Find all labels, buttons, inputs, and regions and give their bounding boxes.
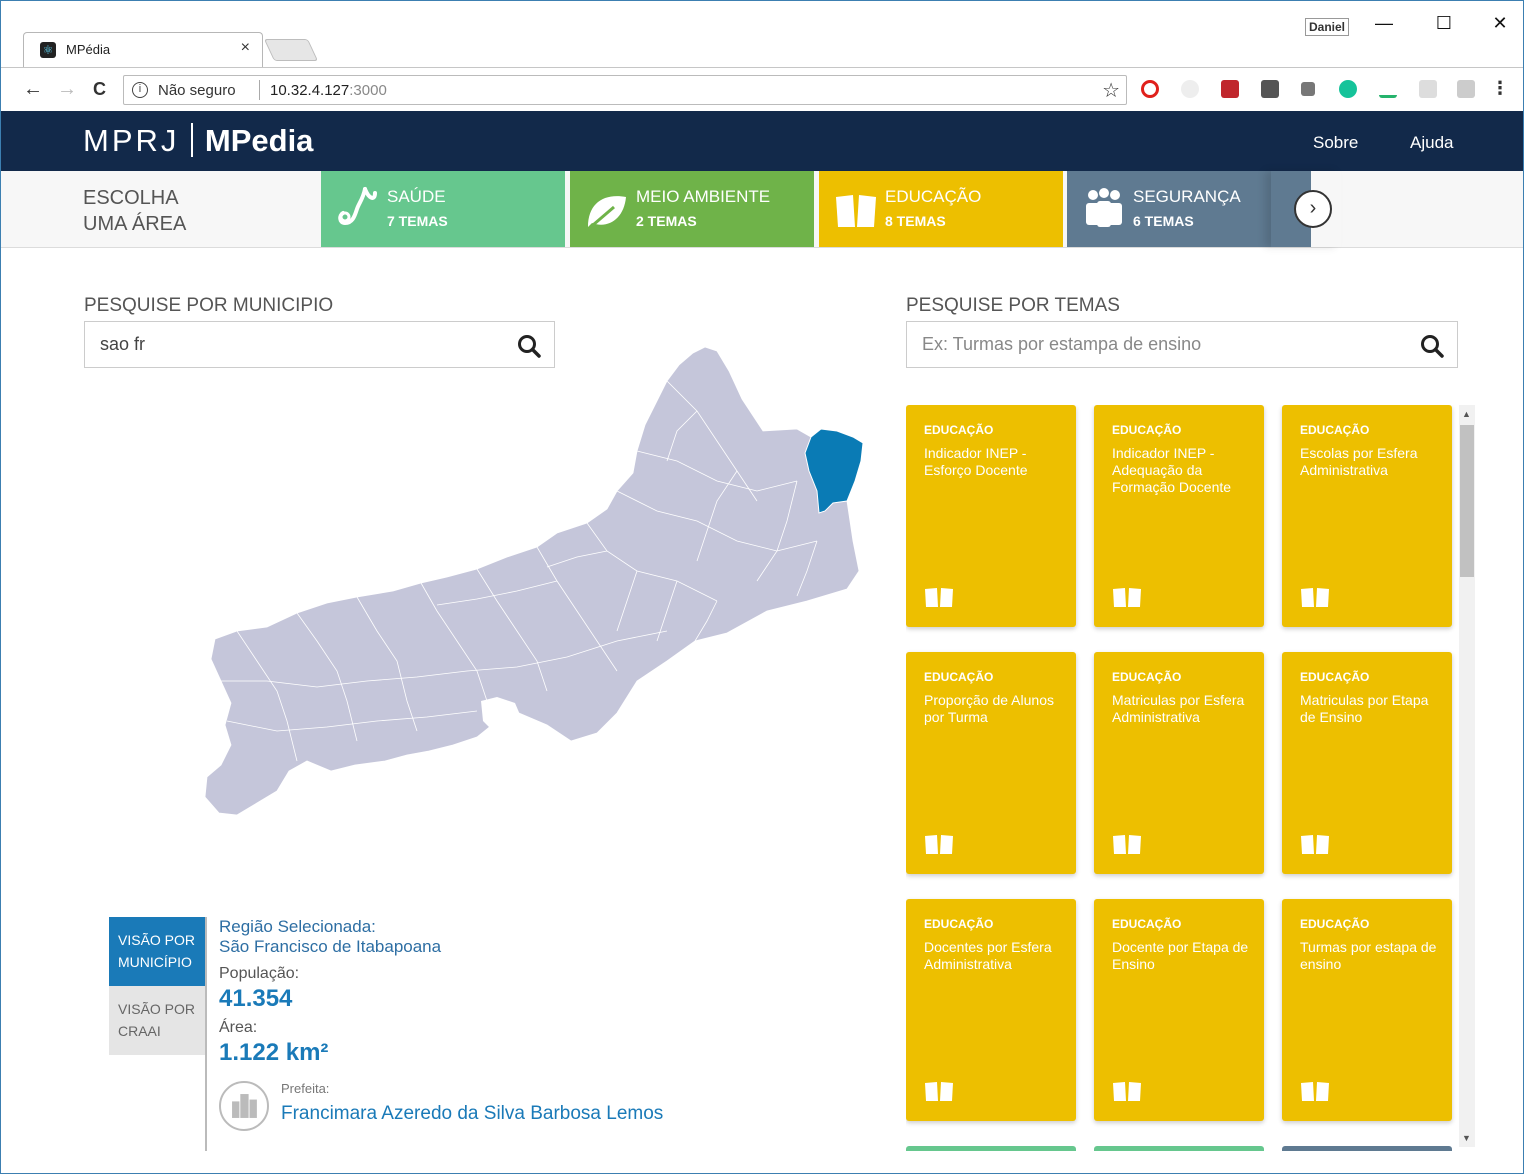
book-icon	[1113, 588, 1141, 607]
area-meio-ambiente[interactable]: MEIO AMBIENTE 2 TEMAS	[570, 171, 814, 247]
area-label: Área:	[219, 1019, 258, 1036]
people-icon	[1086, 188, 1122, 227]
back-icon[interactable]: ←	[23, 78, 43, 101]
theme-card[interactable]: EDUCAÇÃO Docente por Etapa de Ensino	[1094, 899, 1264, 1121]
reload-icon[interactable]: C	[93, 79, 106, 100]
nav-ajuda[interactable]: Ajuda	[1410, 133, 1453, 153]
close-icon[interactable]: ✕	[1485, 13, 1515, 34]
maximize-icon[interactable]: ☐	[1429, 13, 1459, 34]
browser-window: ⚛ MPédia × Daniel — ☐ ✕ ← → C i Não segu…	[0, 0, 1524, 1174]
cards-scrollbar[interactable]: ▲ ▼	[1459, 405, 1475, 1147]
municipio-search-label: PESQUISE POR MUNICIPIO	[84, 295, 334, 316]
extension-icon[interactable]	[1379, 80, 1397, 98]
temas-search-input[interactable]: Ex: Turmas por estampa de ensino	[906, 321, 1458, 368]
theme-card[interactable]: EDUCAÇÃO Matriculas por Esfera Administr…	[1094, 652, 1264, 874]
theme-card[interactable]: EDUCAÇÃO Proporção de Alunos por Turma	[906, 652, 1076, 874]
search-icon[interactable]	[1419, 333, 1445, 359]
tab-visao-municipio[interactable]: VISÃO POR MUNICÍPIO	[109, 917, 205, 986]
scrollbar-thumb[interactable]	[1460, 425, 1474, 577]
next-areas-button[interactable]: ›	[1294, 190, 1332, 228]
region-label: Região Selecionada:	[219, 917, 376, 936]
tab-close-icon[interactable]: ×	[241, 39, 250, 57]
book-icon	[925, 1082, 953, 1101]
minimize-icon[interactable]: —	[1369, 13, 1399, 34]
theme-card[interactable]: EDUCAÇÃO Docentes por Esfera Administrat…	[906, 899, 1076, 1121]
area-educacao[interactable]: EDUCAÇÃO 8 TEMAS	[819, 171, 1063, 247]
map-state-shape[interactable]	[204, 346, 860, 816]
url-separator	[259, 80, 260, 100]
extension-icon[interactable]	[1181, 80, 1199, 98]
theme-card[interactable]: EDUCAÇÃO Turmas por estapa de ensino	[1282, 899, 1452, 1121]
leaf-icon	[585, 196, 626, 233]
info-icon[interactable]: i	[132, 82, 148, 98]
security-label: Não seguro	[158, 82, 236, 99]
view-tabs: VISÃO POR MUNICÍPIO VISÃO POR CRAAI	[109, 917, 205, 1055]
nav-sobre[interactable]: Sobre	[1313, 133, 1358, 153]
area-saude[interactable]: SAÚDE 7 TEMAS	[321, 171, 565, 247]
scroll-down-icon[interactable]: ▼	[1462, 1133, 1471, 1143]
react-icon: ⚛	[40, 42, 56, 58]
theme-card-partial[interactable]	[906, 1146, 1076, 1151]
extension-icon[interactable]	[1221, 80, 1239, 98]
book-icon	[1301, 588, 1329, 607]
mayor-info: Prefeita: Francimara Azeredo da Silva Ba…	[219, 1079, 859, 1131]
book-icon	[1113, 835, 1141, 854]
state-map[interactable]	[197, 341, 867, 821]
mayor-name: Francimara Azeredo da Silva Barbosa Lemo…	[281, 1103, 664, 1124]
tab-title: MPédia	[66, 42, 111, 57]
region-name: São Francisco de Itabapoana	[219, 937, 442, 956]
book-icon	[925, 835, 953, 854]
book-icon	[1113, 1082, 1141, 1101]
temas-search-label: PESQUISE POR TEMAS	[906, 295, 1120, 316]
opera-extension-icon[interactable]	[1141, 80, 1159, 98]
extension-icon[interactable]	[1301, 82, 1315, 96]
theme-card[interactable]: EDUCAÇÃO Matriculas por Etapa de Ensino	[1282, 652, 1452, 874]
url-text: 10.32.4.127:3000	[270, 82, 387, 99]
title-bar: ⚛ MPédia × Daniel — ☐ ✕	[1, 1, 1523, 67]
extension-icon[interactable]	[1419, 80, 1437, 98]
scroll-up-icon[interactable]: ▲	[1462, 409, 1471, 419]
tab-visao-craai[interactable]: VISÃO POR CRAAI	[109, 986, 205, 1055]
theme-card-partial[interactable]	[1282, 1146, 1452, 1151]
theme-card[interactable]: EDUCAÇÃO Indicador INEP - Adequação da F…	[1094, 405, 1264, 627]
mayor-label: Prefeita:	[281, 1081, 330, 1096]
profile-name[interactable]: Daniel	[1305, 18, 1350, 36]
area-value: 1.122 km²	[219, 1039, 329, 1066]
theme-card-partial[interactable]	[1094, 1146, 1264, 1151]
book-icon	[1301, 1082, 1329, 1101]
menu-icon[interactable]: ⋮	[1491, 78, 1509, 99]
app-header: MPRJ MPedia Sobre Ajuda	[1, 111, 1523, 171]
book-icon	[1301, 835, 1329, 854]
new-tab-button[interactable]	[263, 39, 319, 61]
extension-icon[interactable]	[1261, 80, 1279, 98]
city-hall-icon	[219, 1081, 269, 1131]
population-label: População:	[219, 965, 300, 982]
theme-cards: EDUCAÇÃO Indicador INEP - Esforço Docent…	[906, 405, 1462, 1151]
areas-label: ESCOLHA UMA ÁREA	[83, 187, 187, 235]
area-selector: ESCOLHA UMA ÁREA SAÚDE 7 TEMAS MEIO AMBI…	[1, 171, 1523, 248]
url-input[interactable]: i Não seguro 10.32.4.127:3000 ☆	[123, 75, 1127, 105]
stethoscope-icon	[338, 187, 377, 226]
logo[interactable]: MPRJ MPedia	[83, 123, 313, 159]
book-icon	[925, 588, 953, 607]
bookmark-star-icon[interactable]: ☆	[1102, 78, 1120, 103]
browser-tab[interactable]: ⚛ MPédia ×	[23, 32, 263, 67]
address-bar: ← → C i Não seguro 10.32.4.127:3000 ☆ ⋮	[1, 67, 1523, 111]
pdf-icon[interactable]	[1457, 80, 1475, 98]
population-value: 41.354	[219, 985, 293, 1012]
theme-card[interactable]: EDUCAÇÃO Escolas por Esfera Administrati…	[1282, 405, 1452, 627]
info-divider	[205, 917, 207, 1151]
theme-card[interactable]: EDUCAÇÃO Indicador INEP - Esforço Docent…	[906, 405, 1076, 627]
forward-icon[interactable]: →	[57, 78, 77, 101]
book-icon	[836, 195, 876, 227]
grammarly-icon[interactable]	[1339, 80, 1357, 98]
region-info: Região Selecionada: São Francisco de Ita…	[219, 917, 859, 1073]
